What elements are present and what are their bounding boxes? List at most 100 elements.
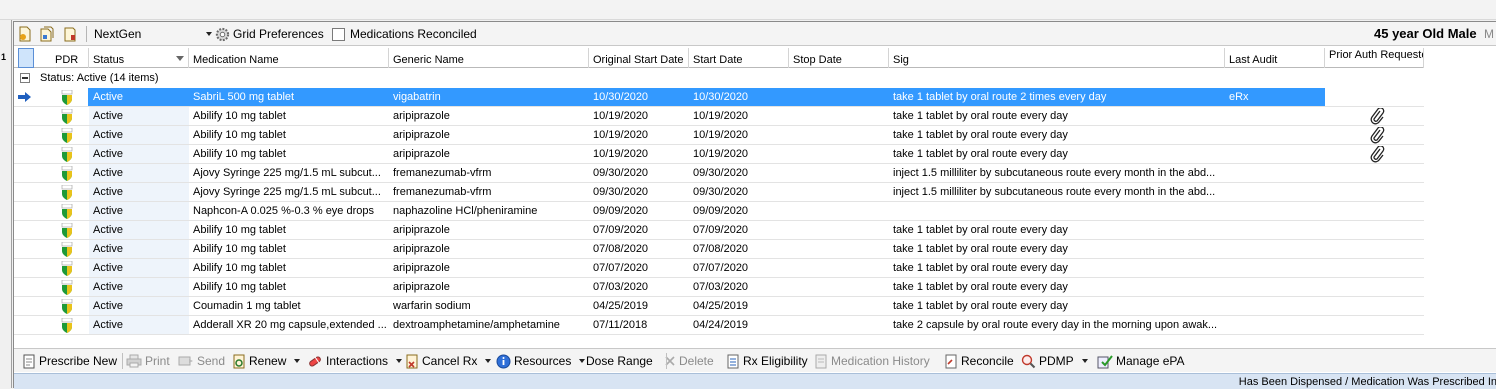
chevron-down-icon[interactable] — [396, 359, 403, 363]
grid-preferences-button[interactable]: Grid Preferences — [215, 25, 324, 43]
pdr-shield-icon[interactable] — [61, 242, 73, 257]
resources-button[interactable]: Resources — [496, 352, 586, 370]
cell-stop-date — [789, 107, 889, 125]
collapse-icon[interactable] — [20, 73, 30, 83]
pdmp-button[interactable]: PDMP — [1021, 352, 1088, 370]
pdr-shield-icon[interactable] — [61, 128, 73, 143]
cell-generic-name: dextroamphetamine/amphetamine — [393, 319, 560, 331]
prescribe-new-button[interactable]: Prescribe New — [22, 352, 117, 370]
print-button[interactable]: Print — [126, 352, 170, 370]
interactions-button[interactable]: Interactions — [307, 352, 403, 370]
cell-status: Active — [89, 316, 189, 334]
epa-check-icon — [1097, 354, 1113, 369]
cell-generic-name: vigabatrin — [393, 91, 441, 103]
column-header-stop-date[interactable]: Stop Date — [789, 48, 889, 68]
left-collapsed-pane[interactable]: 1 — [0, 20, 12, 388]
medications-reconciled-checkbox[interactable]: Medications Reconciled — [332, 26, 477, 42]
pdr-shield-icon[interactable] — [61, 223, 73, 238]
medication-history-label: Medication History — [831, 354, 930, 368]
cell-status: Active — [89, 164, 189, 182]
table-row[interactable]: Active Abilify 10 mg tablet aripiprazole 07… — [14, 221, 1424, 240]
column-header-prior-auth[interactable]: Prior Auth Requested — [1325, 48, 1424, 68]
cell-start-date: 10/19/2020 — [693, 110, 749, 122]
rx-eligibility-button[interactable]: Rx Eligibility — [726, 352, 808, 370]
cell-stop-date — [789, 202, 889, 220]
top-strip — [0, 0, 1496, 20]
provider-combo[interactable]: NextGen — [92, 25, 214, 43]
pdr-shield-icon[interactable] — [61, 299, 73, 314]
send-icon — [178, 354, 194, 368]
paperclip-icon[interactable] — [1369, 108, 1385, 125]
clipboard-icon[interactable] — [63, 26, 77, 42]
table-row[interactable]: Active Adderall XR 20 mg capsule,extended… — [14, 316, 1424, 335]
table-row[interactable]: Active Abilify 10 mg tablet aripiprazole 07… — [14, 240, 1424, 259]
column-header-generic-name[interactable]: Generic Name — [389, 48, 589, 68]
chevron-down-icon[interactable] — [294, 359, 301, 363]
cell-generic-name: naphazoline HCl/pheniramine — [393, 205, 538, 217]
table-row[interactable]: Active Abilify 10 mg tablet aripiprazole 10… — [14, 145, 1424, 164]
grid-header: PDR Status Medication Name Generic Name … — [14, 48, 1424, 68]
paperclip-icon[interactable] — [1369, 127, 1385, 144]
pdr-shield-icon[interactable] — [61, 166, 73, 181]
delete-button[interactable]: Delete — [664, 352, 714, 370]
cell-sig: take 1 tablet by oral route every day — [893, 224, 1068, 236]
pdr-shield-icon[interactable] — [61, 261, 73, 276]
cell-generic-name: warfarin sodium — [393, 300, 471, 312]
cell-start-date: 07/08/2020 — [693, 243, 749, 255]
table-row[interactable]: Active Ajovy Syringe 225 mg/1.5 mL subcut… — [14, 183, 1424, 202]
cell-sig: take 1 tablet by oral route 2 times ever… — [893, 91, 1107, 103]
interactions-icon — [307, 354, 323, 369]
cell-sig: inject 1.5 milliliter by subcutaneous ro… — [893, 186, 1216, 198]
cell-sig: take 1 tablet by oral route every day — [893, 129, 1068, 141]
group-header-status-active[interactable]: Status: Active (14 items) — [14, 69, 1424, 88]
history-icon — [814, 354, 828, 369]
cell-original-start-date: 07/03/2020 — [593, 281, 649, 293]
table-row[interactable]: Active Naphcon-A 0.025 %-0.3 % eye drops n… — [14, 202, 1424, 221]
document-icon[interactable] — [18, 26, 32, 42]
cell-sig: take 1 tablet by oral route every day — [893, 262, 1068, 274]
pdr-shield-icon[interactable] — [61, 204, 73, 219]
cell-last-audit: eRx — [1229, 91, 1249, 103]
pdr-shield-icon[interactable] — [61, 147, 73, 162]
cell-sig: take 1 tablet by oral route every day — [893, 110, 1068, 122]
checkbox-box[interactable] — [332, 27, 345, 41]
cell-generic-name: aripiprazole — [393, 129, 450, 141]
cancel-rx-button[interactable]: Cancel Rx — [405, 352, 492, 370]
reconcile-button[interactable]: Reconcile — [944, 352, 1014, 370]
column-header-pdr[interactable]: PDR — [51, 48, 89, 68]
table-row[interactable]: Active SabriL 500 mg tablet vigabatrin 10/3… — [14, 88, 1424, 107]
column-header-medication-name[interactable]: Medication Name — [189, 48, 389, 68]
cell-start-date: 04/25/2019 — [693, 300, 749, 312]
paperclip-icon[interactable] — [1369, 146, 1385, 163]
cell-status: Active — [93, 91, 123, 103]
dose-range-button[interactable]: Dose Range — [586, 352, 653, 370]
column-header-start-date[interactable]: Start Date — [689, 48, 789, 68]
select-all-header[interactable] — [18, 48, 34, 68]
column-header-original-start-date[interactable]: Original Start Date — [589, 48, 689, 68]
column-header-status[interactable]: Status — [89, 48, 189, 68]
cell-medication-name: Abilify 10 mg tablet — [193, 262, 286, 274]
reconcile-icon — [944, 354, 958, 369]
table-row[interactable]: Active Abilify 10 mg tablet aripiprazole 07… — [14, 259, 1424, 278]
table-row[interactable]: Active Abilify 10 mg tablet aripiprazole 10… — [14, 126, 1424, 145]
column-header-sig[interactable]: Sig — [889, 48, 1225, 68]
table-row[interactable]: Active Abilify 10 mg tablet aripiprazole 07… — [14, 278, 1424, 297]
table-row[interactable]: Active Ajovy Syringe 225 mg/1.5 mL subcut… — [14, 164, 1424, 183]
chevron-down-icon[interactable] — [485, 359, 492, 363]
pdr-shield-icon[interactable] — [61, 90, 73, 105]
renew-button[interactable]: Renew — [232, 352, 301, 370]
chevron-down-icon[interactable] — [579, 359, 586, 363]
pdr-shield-icon[interactable] — [61, 109, 73, 124]
medication-history-button[interactable]: Medication History — [814, 352, 930, 370]
renew-icon — [232, 354, 246, 369]
pdr-shield-icon[interactable] — [61, 280, 73, 295]
send-button[interactable]: Send — [178, 352, 225, 370]
manage-epa-button[interactable]: Manage ePA — [1097, 352, 1185, 370]
document-stack-icon[interactable] — [40, 26, 54, 42]
table-row[interactable]: Active Abilify 10 mg tablet aripiprazole 10… — [14, 107, 1424, 126]
pdr-shield-icon[interactable] — [61, 318, 73, 333]
column-header-last-audit[interactable]: Last Audit — [1225, 48, 1325, 68]
pdr-shield-icon[interactable] — [61, 185, 73, 200]
table-row[interactable]: Active Coumadin 1 mg tablet warfarin sodiu… — [14, 297, 1424, 316]
chevron-down-icon[interactable] — [1081, 359, 1088, 363]
